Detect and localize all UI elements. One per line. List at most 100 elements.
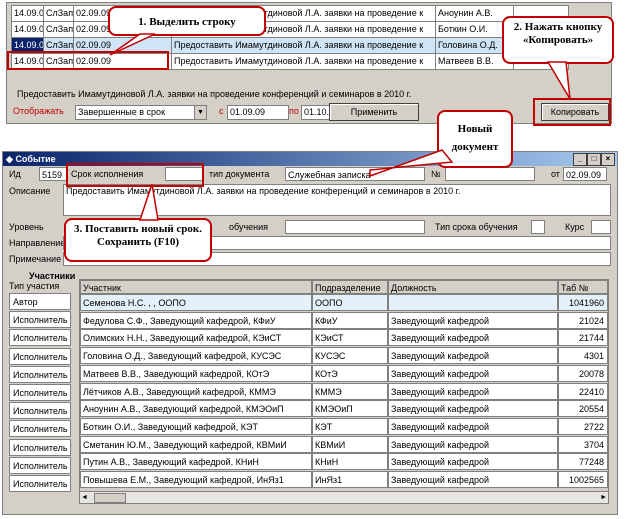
participant-type[interactable]: Исполнитель (9, 402, 71, 420)
study-form-label: обучения (229, 222, 269, 232)
participant-type[interactable]: Исполнитель (9, 365, 71, 383)
participant-dept: КФиУ (312, 311, 388, 329)
row-cell-code: СлЗап (43, 5, 77, 22)
id-field: 5159 (39, 167, 67, 181)
participant-row[interactable]: Головина О.Д., Заведующий кафедрой, КУСЭ… (80, 347, 608, 366)
row-cell-desc: Предоставить Имамутдиновой Л.А. заявки н… (171, 53, 437, 70)
callout-step2: 2. Нажать кнопку «Копировать» (502, 16, 614, 64)
participant-position: Заведующий кафедрой (388, 453, 558, 471)
participant-row[interactable]: Лётчиков А.В., Заведующий кафедрой, КММЭ… (80, 382, 608, 402)
scroll-left-icon[interactable]: ◄ (81, 492, 88, 503)
participant-tab: 20078 (558, 364, 608, 382)
number-label: № (431, 169, 441, 179)
participant-name: Головина О.Д., Заведующий кафедрой, КУСЭ… (80, 347, 312, 365)
from-date-label: с (219, 106, 224, 116)
participant-dept: КОтЭ (312, 364, 388, 382)
participant-dept: ООПО (312, 294, 388, 311)
participant-row[interactable]: Аноунин А.В., Заведующий кафедрой, КМЭОи… (80, 400, 608, 419)
scroll-right-icon[interactable]: ► (600, 492, 607, 503)
maximize-icon[interactable]: □ (587, 153, 601, 166)
participant-row[interactable]: Олимских Н.Н., Заведующий кафедрой, КЭиС… (80, 329, 608, 348)
participant-name: Олимских Н.Н., Заведующий кафедрой, КЭиС… (80, 329, 312, 347)
participant-name: Боткин О.И., Заведующий кафедрой, КЭТ (80, 417, 312, 435)
participant-position: Заведующий кафедрой (388, 400, 558, 418)
course-label: Курс (565, 222, 585, 232)
participant-row[interactable]: Боткин О.И., Заведующий кафедрой, КЭТ КЭТ… (80, 417, 608, 437)
id-value: 5159 (42, 170, 63, 180)
term-type-field[interactable] (531, 220, 545, 234)
from-date-value: 01.09.09 (230, 107, 266, 117)
from-label: от (551, 169, 560, 179)
participant-tab: 3704 (558, 435, 608, 453)
participant-type[interactable]: Исполнитель (9, 311, 71, 329)
participant-type-header: Тип участия (9, 281, 60, 291)
number-field[interactable] (445, 167, 535, 181)
col-dept[interactable]: Подразделение (312, 280, 388, 294)
chevron-down-icon[interactable]: ▼ (194, 106, 206, 119)
minimize-icon[interactable]: _ (573, 153, 587, 166)
participant-position: Заведующий кафедрой (388, 364, 558, 382)
participant-type[interactable]: Исполнитель (9, 456, 71, 474)
id-label: Ид (9, 169, 21, 179)
scroll-thumb[interactable] (94, 493, 126, 503)
participant-position: Заведующий кафедрой (388, 417, 558, 435)
participant-dept: КЭТ (312, 417, 388, 435)
course-field[interactable] (591, 220, 611, 234)
doctype-field[interactable]: Служебная записка (285, 167, 425, 181)
col-participant[interactable]: Участник (80, 280, 312, 294)
participant-name: Повышева Е.М., Заведующий кафедрой, ИнЯз… (80, 471, 312, 488)
participant-position (388, 294, 558, 311)
participant-type[interactable]: Исполнитель (9, 438, 71, 456)
participant-position: Заведующий кафедрой (388, 382, 558, 400)
participant-type[interactable]: Исполнитель (9, 420, 71, 438)
participant-row[interactable]: Семенова Н.С. , , ООПО ООПО 1041960 (80, 294, 608, 313)
participant-dept: КУСЭС (312, 347, 388, 365)
level-label: Уровень (9, 222, 44, 232)
participant-position: Заведующий кафедрой (388, 471, 558, 488)
participant-tab: 21744 (558, 329, 608, 347)
from-value: 02.09.09 (566, 170, 602, 180)
full-description: Предоставить Имамутдиновой Л.А. заявки н… (17, 89, 412, 99)
participant-row[interactable]: Повышева Е.М., Заведующий кафедрой, ИнЯз… (80, 471, 608, 490)
participant-row[interactable]: Сметанин Ю.М., Заведующий кафедрой, КВМи… (80, 435, 608, 455)
participant-tab: 21024 (558, 311, 608, 329)
event-window: ◆ Событие _ □ × Ид 5159 Срок исполнения … (2, 151, 618, 515)
apply-button[interactable]: Применить (329, 103, 419, 121)
filter-label: Отображать (13, 106, 64, 116)
participant-name: Сметанин Ю.М., Заведующий кафедрой, КВМи… (80, 435, 312, 453)
participant-position: Заведующий кафедрой (388, 329, 558, 347)
participant-position: Заведующий кафедрой (388, 435, 558, 453)
participant-row[interactable]: Путин А.В., Заведующий кафедрой, КНиН КНи… (80, 453, 608, 472)
participant-row[interactable]: Матвеев В.В., Заведующий кафедрой, КОтЭ К… (80, 364, 608, 384)
copy-button-highlight (533, 98, 611, 126)
participant-type[interactable]: Исполнитель (9, 475, 71, 492)
window-title: Событие (15, 154, 56, 164)
row-cell-d1: 14.09.09 (11, 21, 45, 38)
participant-type[interactable]: Исполнитель (9, 329, 71, 347)
description-value: Предоставить Имамутдиновой Л.А. заявки н… (66, 186, 461, 196)
description-field[interactable]: Предоставить Имамутдиновой Л.А. заявки н… (63, 184, 611, 216)
participant-type[interactable]: Исполнитель (9, 384, 71, 401)
col-position[interactable]: Должность (388, 280, 558, 294)
study-form-field[interactable] (285, 220, 425, 234)
participant-dept: КММЭ (312, 382, 388, 400)
from-field[interactable]: 02.09.09 (563, 167, 607, 181)
participant-position: Заведующий кафедрой (388, 347, 558, 365)
participant-row[interactable]: Федулова С.Ф., Заведующий кафедрой, КФиУ… (80, 311, 608, 331)
participant-name: Матвеев В.В., Заведующий кафедрой, КОтЭ (80, 364, 312, 382)
selected-row-highlight (7, 51, 169, 70)
participant-type[interactable]: Исполнитель (9, 347, 71, 365)
horizontal-scrollbar[interactable]: ◄ ► (79, 491, 609, 504)
close-icon[interactable]: × (601, 153, 615, 166)
participant-type[interactable]: Автор (9, 293, 71, 310)
row-cell-d1: 14.09.09 (11, 5, 45, 22)
note-label: Примечание (9, 254, 62, 264)
filter-dropdown[interactable]: Завершенные в срок ▼ (75, 105, 207, 120)
callout-step3: 3. Поставить новый срок. Сохранить (F10) (64, 218, 212, 262)
col-tab[interactable]: Таб № (558, 280, 608, 294)
participant-dept: ИнЯз1 (312, 471, 388, 488)
participant-name: Семенова Н.С. , , ООПО (80, 294, 312, 311)
row-cell-desc: Предоставить Имамутдиновой Л.А. заявки н… (171, 37, 437, 54)
from-date-field[interactable]: 01.09.09 (227, 105, 289, 120)
participant-dept: КНиН (312, 453, 388, 471)
